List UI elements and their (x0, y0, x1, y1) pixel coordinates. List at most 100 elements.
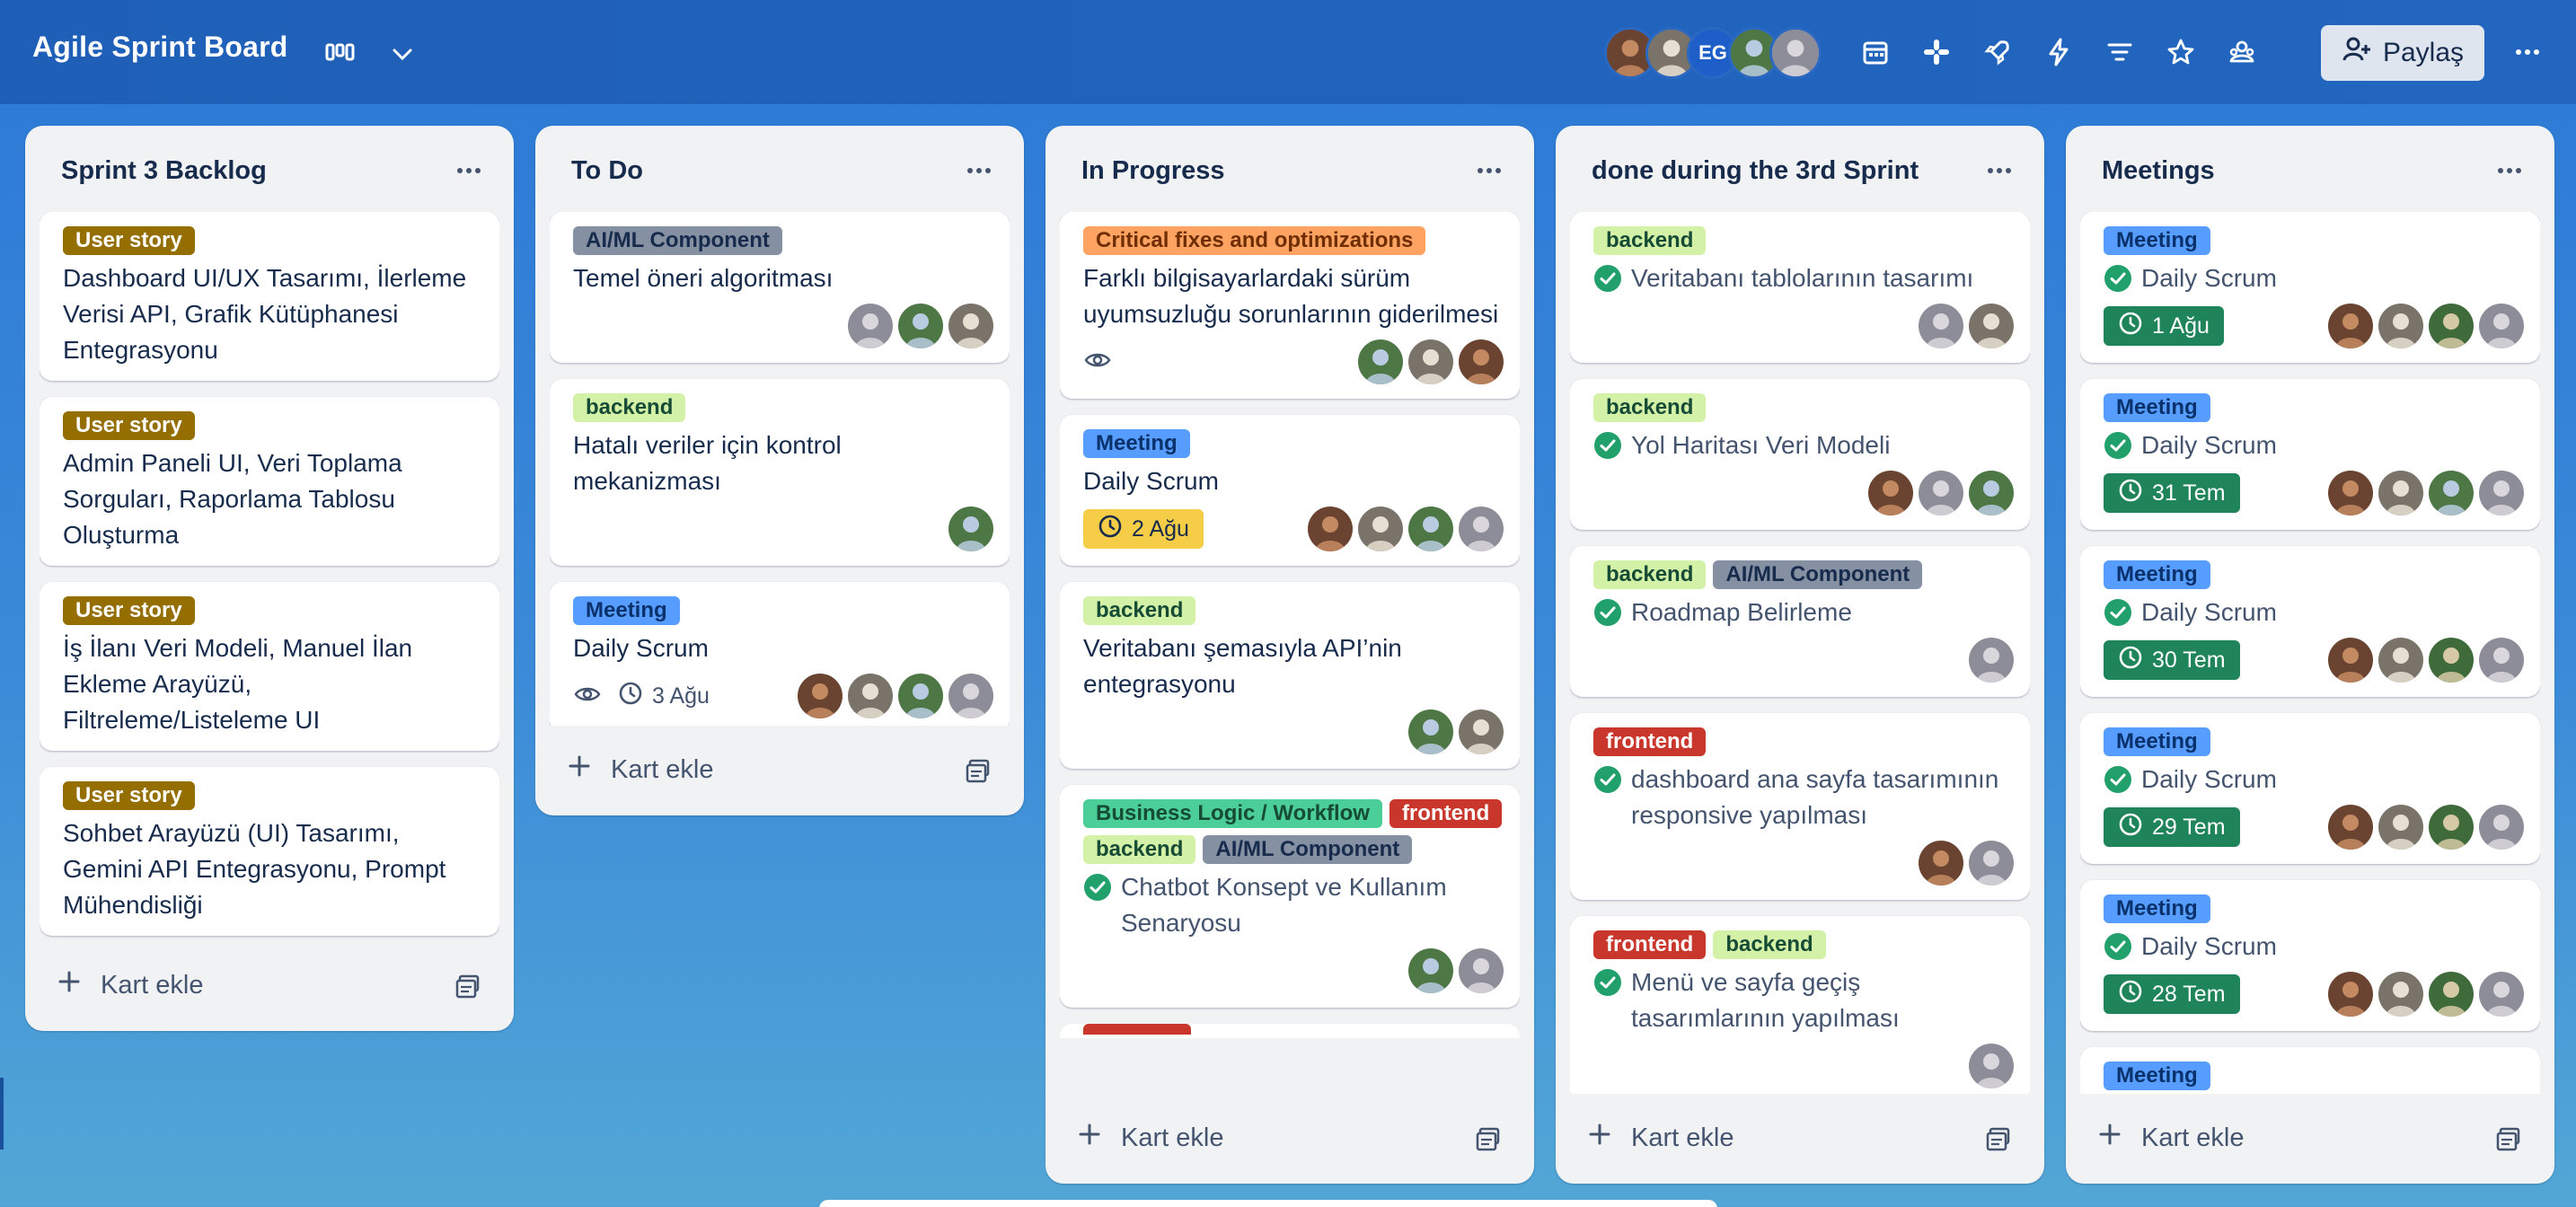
member-avatar[interactable] (2479, 304, 2524, 348)
member-avatar[interactable] (798, 674, 842, 718)
member-avatar[interactable] (2429, 805, 2474, 850)
list-title[interactable]: To Do (571, 156, 643, 186)
due-date-badge[interactable]: 30 Tem (2104, 640, 2240, 680)
card[interactable]: Meeting Daily Scrum 30 Tem (2080, 546, 2540, 697)
card[interactable]: Meeting Daily Scrum 28 Tem (2080, 880, 2540, 1031)
card[interactable]: backend Veritabanı tablolarının tasarımı (1570, 212, 2030, 363)
due-date-badge[interactable]: 29 Tem (2104, 807, 2240, 847)
list-title[interactable]: In Progress (1081, 156, 1225, 186)
label-critical[interactable]: Critical fixes and optimizations (1083, 226, 1426, 255)
card[interactable]: User story Sohbet Arayüzü (UI) Tasarımı, … (40, 767, 499, 936)
label-frontend[interactable]: frontend (1593, 727, 1707, 756)
member-avatar[interactable] (1358, 339, 1403, 384)
more-icon[interactable] (451, 153, 487, 189)
more-icon[interactable] (961, 153, 997, 189)
member-avatar[interactable] (1459, 948, 1504, 993)
list-title[interactable]: Sprint 3 Backlog (61, 156, 267, 186)
member-avatar[interactable] (1408, 507, 1453, 551)
complete-check-icon[interactable] (1593, 264, 1622, 293)
member-avatar[interactable] (1459, 339, 1504, 384)
workspace-visibility-icon[interactable] (2222, 32, 2262, 72)
member-avatar[interactable] (948, 304, 993, 348)
member-avatar[interactable] (1969, 471, 2014, 515)
label-ai-ml[interactable]: AI/ML Component (1203, 835, 1413, 864)
rocket-icon[interactable] (1978, 32, 2017, 72)
more-icon[interactable] (1981, 153, 2017, 189)
due-date-badge[interactable]: 28 Tem (2104, 974, 2240, 1014)
label-frontend[interactable]: frontend (1389, 799, 1503, 828)
more-icon[interactable] (2508, 32, 2547, 72)
due-date-badge[interactable]: 3 Ağu (614, 676, 713, 716)
card[interactable]: User story İş İlanı Veri Modeli, Manuel İ… (40, 582, 499, 751)
filter-icon[interactable] (2100, 32, 2139, 72)
card-template-icon[interactable] (453, 972, 483, 1002)
card-template-icon[interactable] (2493, 1124, 2524, 1155)
due-date-badge[interactable]: 2 Ağu (1083, 509, 1204, 549)
label-meeting[interactable]: Meeting (573, 596, 680, 625)
card[interactable]: Meeting Daily Scrum 31 Tem (2080, 379, 2540, 530)
complete-check-icon[interactable] (1593, 598, 1622, 627)
member-avatar[interactable] (1358, 507, 1403, 551)
add-card-button[interactable]: Kart ekle (1076, 1121, 1223, 1155)
card[interactable]: frontend backend Menü ve sayfa geçiş tasar… (1570, 916, 2030, 1094)
member-avatar[interactable] (1308, 507, 1353, 551)
label-backend[interactable]: backend (1593, 226, 1707, 255)
member-avatar[interactable] (1919, 841, 1963, 885)
horizontal-scrollbar[interactable] (819, 1200, 1717, 1207)
member-avatar[interactable] (1459, 507, 1504, 551)
label-meeting[interactable]: Meeting (2104, 393, 2210, 422)
label-backend[interactable]: backend (1593, 393, 1707, 422)
member-avatar[interactable] (2479, 972, 2524, 1017)
add-card-button[interactable]: Kart ekle (566, 753, 713, 787)
member-avatar[interactable] (1408, 709, 1453, 754)
member-avatar[interactable] (2378, 805, 2423, 850)
member-avatar[interactable] (2378, 972, 2423, 1017)
member-avatar[interactable] (1969, 304, 2014, 348)
share-button[interactable]: Paylaş (2321, 25, 2484, 81)
member-avatar[interactable] (2328, 972, 2373, 1017)
complete-check-icon[interactable] (2104, 598, 2132, 627)
complete-check-icon[interactable] (2104, 264, 2132, 293)
member-avatar[interactable] (2378, 304, 2423, 348)
label-user-story[interactable]: User story (63, 781, 195, 810)
member-avatar[interactable] (2328, 638, 2373, 683)
member-avatar[interactable] (948, 674, 993, 718)
card-template-icon[interactable] (1983, 1124, 2014, 1155)
board-view-icon[interactable] (320, 34, 359, 74)
chevron-down-icon[interactable] (383, 34, 422, 74)
member-avatar[interactable] (848, 304, 893, 348)
more-icon[interactable] (1471, 153, 1507, 189)
label-backend[interactable]: backend (573, 393, 686, 422)
label-ai-ml[interactable]: AI/ML Component (1713, 560, 1923, 589)
due-date-badge[interactable]: 31 Tem (2104, 473, 2240, 513)
add-card-button[interactable]: Kart ekle (2096, 1121, 2244, 1155)
member-avatar[interactable] (2328, 304, 2373, 348)
label-ai-ml[interactable]: AI/ML Component (573, 226, 782, 255)
member-avatar[interactable] (2429, 304, 2474, 348)
board-title[interactable]: Agile Sprint Board (32, 31, 288, 64)
member-avatar[interactable] (1769, 27, 1822, 79)
list-title[interactable]: Meetings (2102, 156, 2215, 186)
list-title[interactable]: done during the 3rd Sprint (1592, 156, 1919, 186)
complete-check-icon[interactable] (2104, 765, 2132, 794)
member-avatar[interactable] (1969, 638, 2014, 683)
complete-check-icon[interactable] (2104, 431, 2132, 460)
label-backend[interactable]: backend (1083, 835, 1196, 864)
complete-check-icon[interactable] (2104, 932, 2132, 961)
complete-check-icon[interactable] (1083, 873, 1112, 902)
card-template-icon[interactable] (1473, 1124, 1504, 1155)
label-meeting[interactable]: Meeting (2104, 727, 2210, 756)
card[interactable]: Business Logic / Workflow frontend backend… (1060, 785, 1520, 1008)
label-meeting[interactable]: Meeting (2104, 560, 2210, 589)
card[interactable]: frontend dashboard ana sayfa tasarımının … (1570, 713, 2030, 900)
member-avatar[interactable] (1969, 1044, 2014, 1088)
member-avatar[interactable] (898, 304, 943, 348)
card[interactable]: Meeting Daily Scrum 3 Ağu (550, 582, 1010, 726)
card[interactable]: MeetingDaily Scrum (2080, 1047, 2540, 1094)
view-switcher[interactable] (320, 34, 422, 74)
member-avatar[interactable] (1459, 709, 1504, 754)
add-card-button[interactable]: Kart ekle (1586, 1121, 1734, 1155)
card[interactable]: User story Dashboard UI/UX Tasarımı, İler… (40, 212, 499, 381)
complete-check-icon[interactable] (1593, 968, 1622, 997)
card[interactable]: backend Yol Haritası Veri Modeli (1570, 379, 2030, 530)
